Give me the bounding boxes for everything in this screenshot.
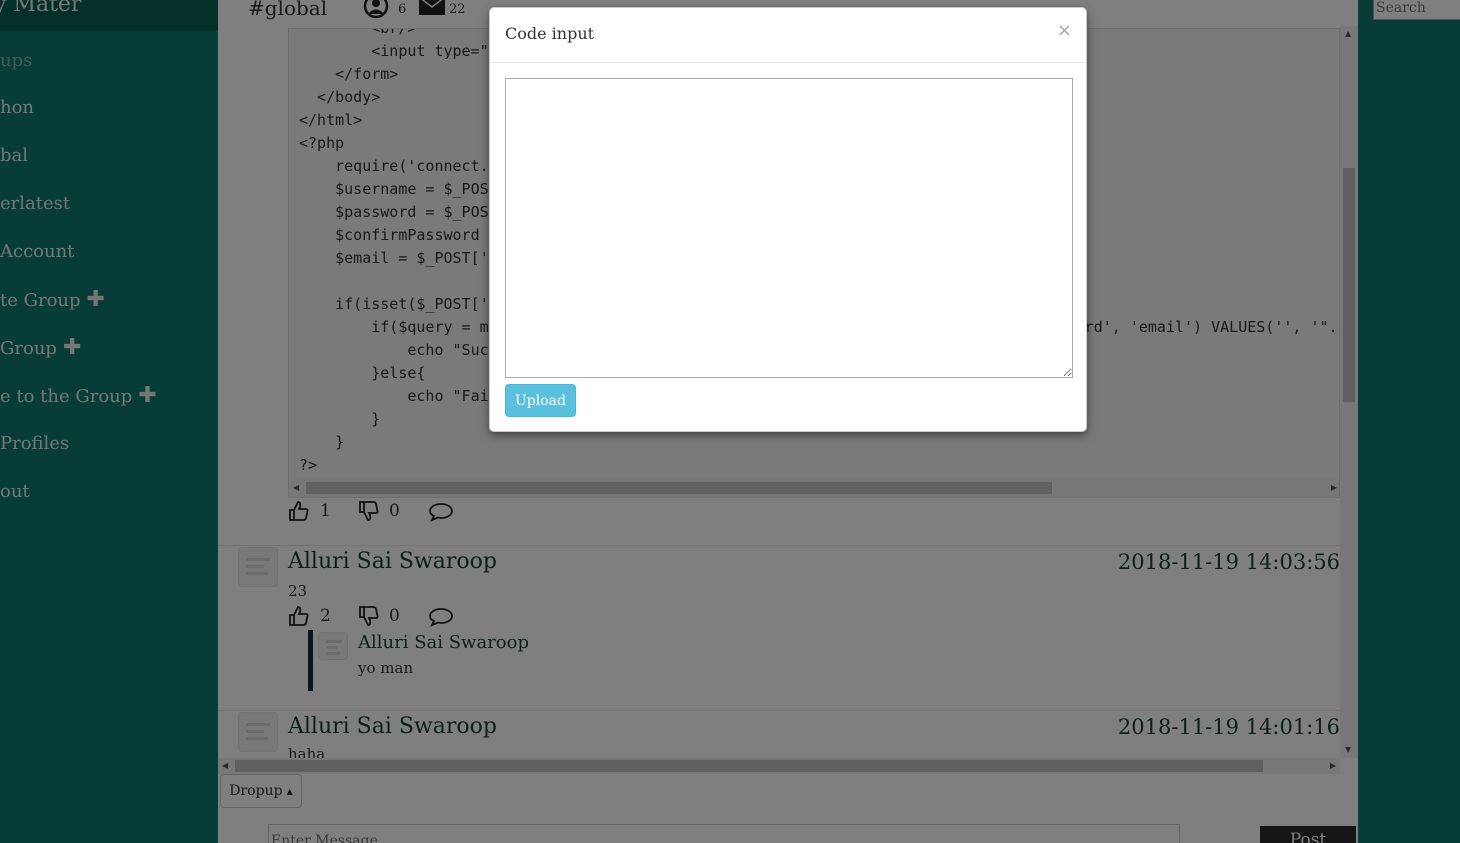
code-input-modal: Code input × Upload <box>489 7 1087 432</box>
modal-title: Code input <box>505 24 595 43</box>
modal-header: Code input × <box>490 8 1086 63</box>
upload-button[interactable]: Upload <box>505 384 576 417</box>
close-icon[interactable]: × <box>1057 20 1072 41</box>
code-textarea[interactable] <box>505 78 1073 378</box>
